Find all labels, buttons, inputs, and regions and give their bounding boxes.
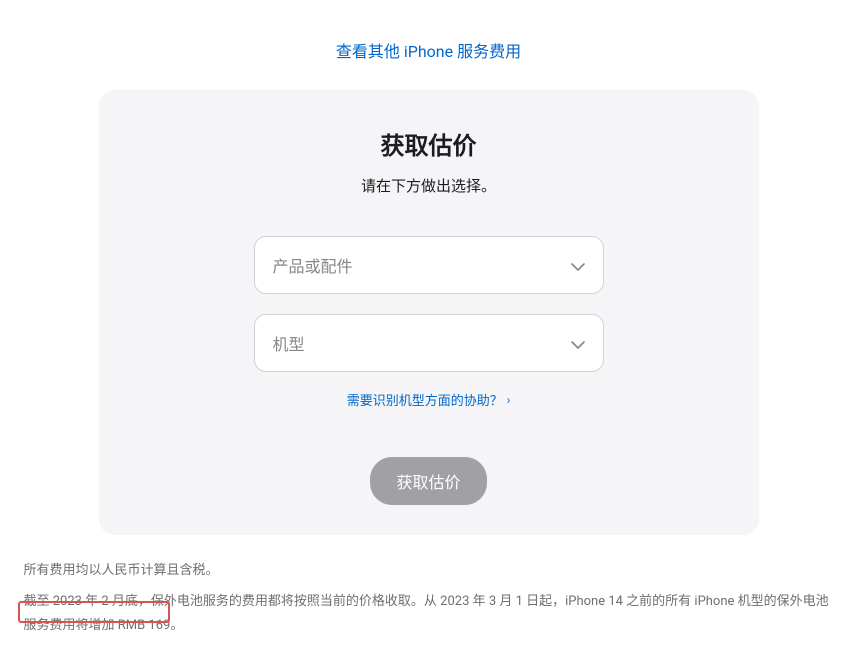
chevron-down-icon	[571, 334, 585, 353]
disclaimer-line-1: 所有费用均以人民币计算且含税。	[24, 559, 834, 584]
disclaimer-highlight: 费用将增加 RMB 169。	[50, 618, 184, 633]
product-select-placeholder: 产品或配件	[273, 253, 353, 277]
model-select-placeholder: 机型	[273, 331, 305, 355]
estimate-card: 获取估价 请在下方做出选择。 产品或配件 机型 需要识别机型方面的协助？ › 获…	[99, 90, 759, 535]
top-link-container: 查看其他 iPhone 服务费用	[0, 0, 857, 90]
identify-model-help-link[interactable]: 需要识别机型方面的协助？ ›	[347, 390, 511, 409]
other-services-link[interactable]: 查看其他 iPhone 服务费用	[336, 42, 521, 61]
disclaimer-line-2: 截至 2023 年 2 月底，保外电池服务的费用都将按照当前的价格收取。从 20…	[24, 590, 834, 639]
model-select[interactable]: 机型	[254, 314, 604, 372]
help-link-label: 需要识别机型方面的协助？	[347, 390, 503, 409]
get-estimate-button[interactable]: 获取估价	[370, 457, 486, 505]
submit-container: 获取估价	[123, 457, 735, 505]
card-title: 获取估价	[123, 126, 735, 161]
select-group: 产品或配件 机型	[123, 236, 735, 372]
chevron-right-icon: ›	[507, 393, 511, 407]
chevron-down-icon	[571, 256, 585, 275]
card-subtitle: 请在下方做出选择。	[123, 175, 735, 196]
help-link-container: 需要识别机型方面的协助？ ›	[123, 390, 735, 409]
product-select[interactable]: 产品或配件	[254, 236, 604, 294]
disclaimer-section: 所有费用均以人民币计算且含税。 截至 2023 年 2 月底，保外电池服务的费用…	[14, 559, 844, 639]
